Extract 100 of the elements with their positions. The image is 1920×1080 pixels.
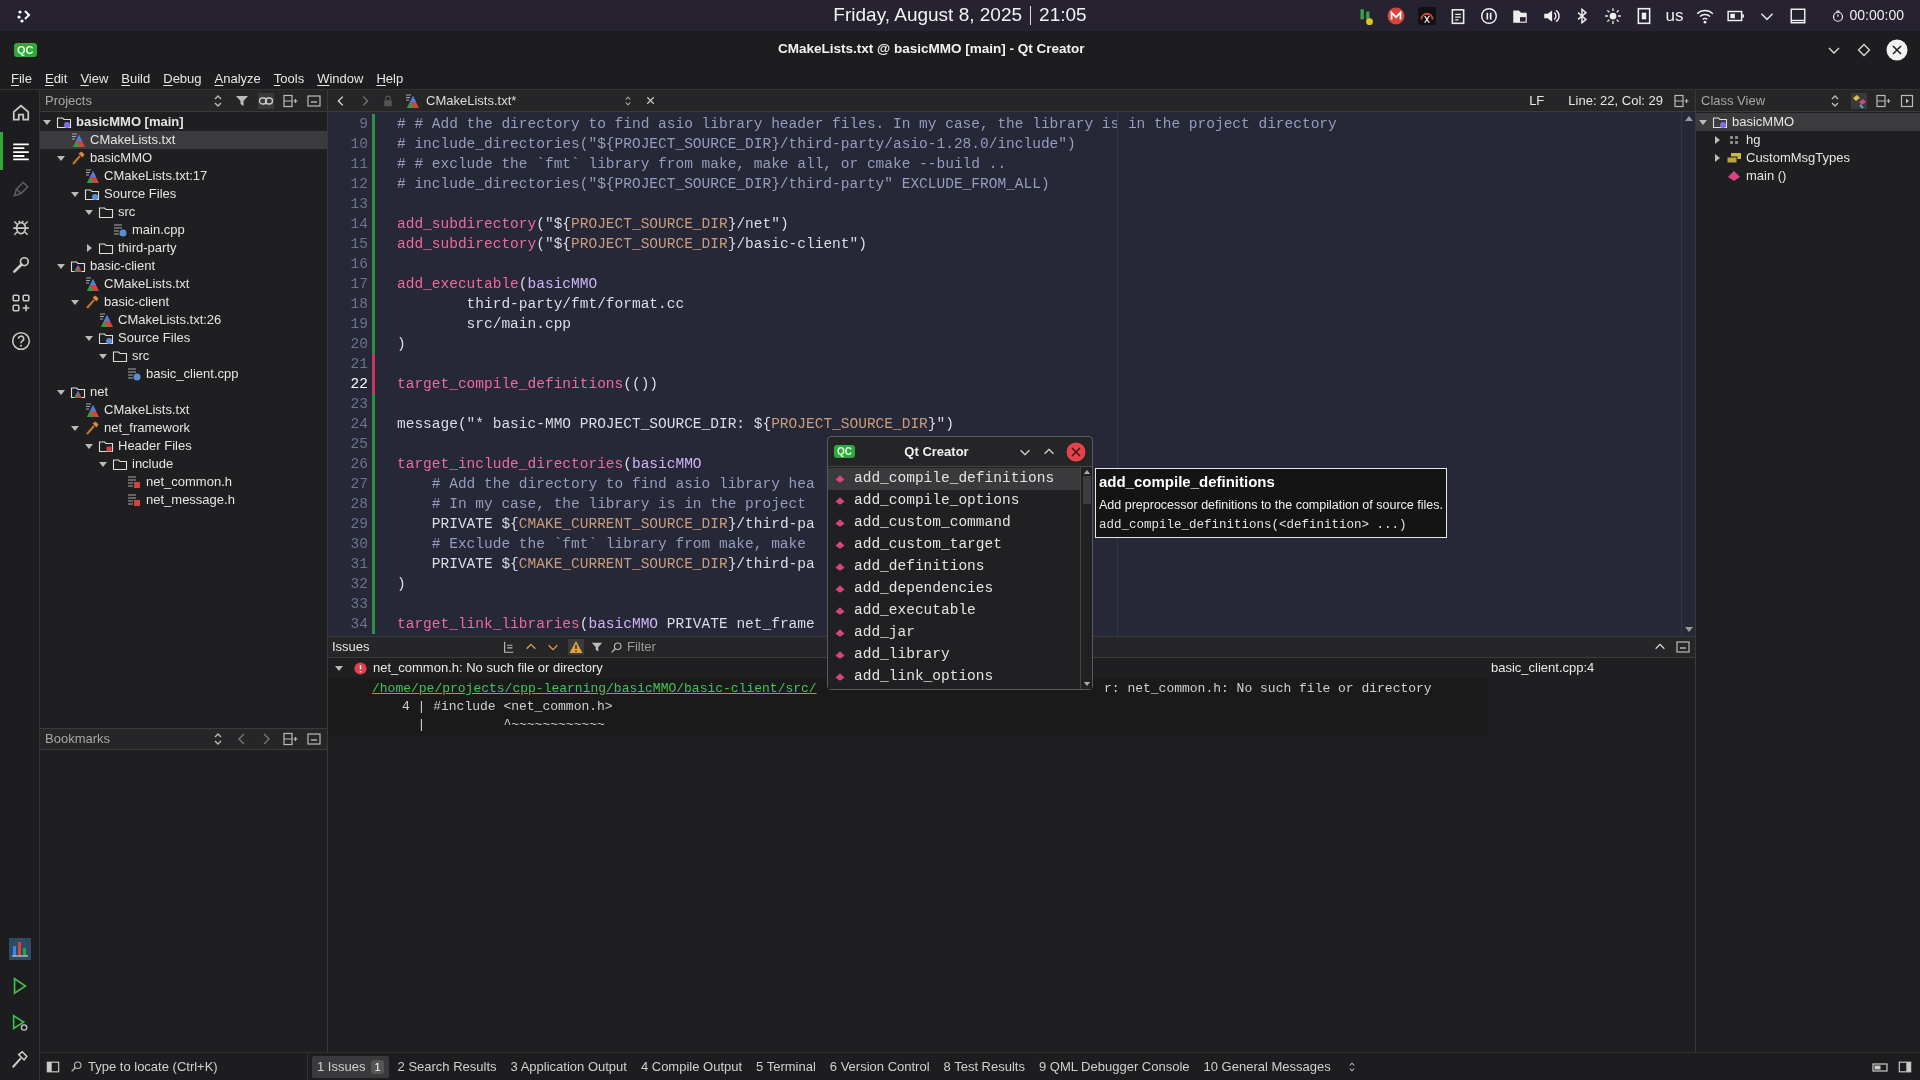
menu-item[interactable]: Edit <box>44 68 68 89</box>
file-link[interactable]: /home/pe/projects/cpp-learning/basicMMO/basic-client/src/ <box>372 681 817 696</box>
completion-item[interactable]: add_link_options <box>828 666 1080 688</box>
toggle-sidebar-icon[interactable] <box>46 1059 60 1074</box>
expanded-arrow-icon[interactable] <box>98 351 108 361</box>
menu-item[interactable]: Window <box>317 68 364 89</box>
split-icon[interactable] <box>1875 92 1891 109</box>
tree-item[interactable]: Source Files <box>40 185 327 203</box>
maximize-icon[interactable] <box>1856 41 1872 58</box>
tree-item[interactable]: basicMMO <box>40 149 327 167</box>
collapsed-arrow-icon[interactable] <box>84 243 94 253</box>
tree-item[interactable]: net <box>40 383 327 401</box>
window-icon[interactable] <box>1789 6 1808 25</box>
filter-field[interactable]: Filter <box>627 637 777 657</box>
expanded-arrow-icon[interactable] <box>98 459 108 469</box>
menu-item[interactable]: Help <box>376 68 404 89</box>
expanded-arrow-icon[interactable] <box>42 117 52 127</box>
menu-item[interactable]: Debug <box>163 68 202 89</box>
tree-item[interactable]: basic_client.cpp <box>40 365 327 383</box>
scroll-down-icon[interactable] <box>1683 626 1694 634</box>
scrollbar-thumb[interactable] <box>1082 476 1091 504</box>
split-icon[interactable] <box>282 92 298 109</box>
completion-item[interactable]: add_custom_command <box>828 512 1080 534</box>
hammer-icon[interactable] <box>9 1049 30 1070</box>
close-pane-icon[interactable] <box>306 92 322 109</box>
tree-item[interactable]: main () <box>1696 167 1920 185</box>
tree-item[interactable]: net_message.h <box>40 491 327 509</box>
tree-item[interactable]: basic-client <box>40 257 327 275</box>
expanded-arrow-icon[interactable] <box>56 387 66 397</box>
close-pane-icon[interactable] <box>1675 639 1691 655</box>
menu-item[interactable]: View <box>80 68 109 89</box>
tree-item[interactable]: include <box>40 455 327 473</box>
completion-item[interactable]: add_definitions <box>828 556 1080 578</box>
scroll-up-icon[interactable] <box>1683 114 1694 122</box>
sync-link-icon[interactable] <box>258 92 274 109</box>
completion-item[interactable]: add_dependencies <box>828 578 1080 600</box>
completion-item[interactable]: add_compile_definitions <box>828 468 1080 490</box>
split-icon[interactable] <box>282 731 298 747</box>
tree-item[interactable]: src <box>40 347 327 365</box>
output-pane-tab[interactable]: 8 Test Results <box>938 1055 1030 1078</box>
expanded-arrow-icon[interactable] <box>84 207 94 217</box>
output-pane-tab[interactable]: 6 Version Control <box>824 1055 935 1078</box>
expanded-arrow-icon[interactable] <box>84 333 94 343</box>
menu-item[interactable]: Build <box>121 68 151 89</box>
expanded-arrow-icon[interactable] <box>70 189 80 199</box>
collapsed-arrow-icon[interactable] <box>1712 153 1722 163</box>
brightness-icon[interactable] <box>1603 6 1622 25</box>
scroll-down-icon[interactable] <box>1082 681 1091 688</box>
expanded-arrow-icon[interactable] <box>56 153 66 163</box>
line-ending-text[interactable]: LF <box>1529 90 1545 111</box>
output-pane-tab[interactable]: 2 Search Results <box>392 1055 502 1078</box>
completion-item[interactable]: add_custom_target <box>828 534 1080 556</box>
tree-item[interactable]: net_common.h <box>40 473 327 491</box>
issue-message[interactable]: net_common.h: No such file or directory <box>373 658 603 678</box>
tree-item[interactable]: net_framework <box>40 419 327 437</box>
tree-item[interactable]: Source Files <box>40 329 327 347</box>
completion-item[interactable]: add_compile_options <box>828 490 1080 512</box>
expanded-arrow-icon[interactable] <box>84 441 94 451</box>
collapsed-arrow-icon[interactable] <box>1712 135 1722 145</box>
tree-item[interactable]: third-party <box>40 239 327 257</box>
issue-location[interactable]: basic_client.cpp:4 <box>1491 658 1675 678</box>
tree-item[interactable]: CMakeLists.txt:17 <box>40 167 327 185</box>
toggle-right-sidebar-icon[interactable] <box>1898 1059 1912 1074</box>
expanded-arrow-icon[interactable] <box>70 423 80 433</box>
cursor-position-text[interactable]: Line: 22, Col: 29 <box>1568 90 1663 111</box>
menu-item[interactable]: Tools <box>273 68 305 89</box>
completion-item[interactable]: add_library <box>828 644 1080 666</box>
tree-item[interactable]: hg <box>1696 131 1920 149</box>
output-pane-tab[interactable]: 3 Application Output <box>505 1055 632 1078</box>
gauge-icon[interactable] <box>1417 6 1436 25</box>
app-icon[interactable] <box>1386 6 1405 25</box>
close-icon[interactable] <box>1886 38 1908 61</box>
tree-item[interactable]: Header Files <box>40 437 327 455</box>
keyboard-layout-text[interactable]: us <box>1665 2 1684 29</box>
tree-item[interactable]: basicMMO <box>1696 113 1920 131</box>
tree-item[interactable]: CMakeLists.txt <box>40 275 327 293</box>
output-pane-tab[interactable]: 9 QML Debugger Console <box>1033 1055 1195 1078</box>
tree-item[interactable]: CMakeLists.txt:26 <box>40 311 327 329</box>
output-pane-tab[interactable]: 1 Issues 1 <box>312 1055 389 1078</box>
tree-item[interactable]: basicMMO [main] <box>40 113 327 131</box>
pause-icon[interactable] <box>1479 6 1498 25</box>
menu-item[interactable]: File <box>11 68 32 89</box>
kit-selector-icon[interactable] <box>8 937 31 960</box>
file-tab[interactable]: CMakeLists.txt* <box>404 90 634 111</box>
warning-icon[interactable] <box>568 639 584 655</box>
close-pane-icon[interactable] <box>1899 92 1915 109</box>
tree-item[interactable]: CMakeLists.txt <box>40 131 327 149</box>
locator-field[interactable]: Type to locate (Ctrl+K) <box>88 1056 288 1077</box>
split-icon[interactable] <box>1673 92 1689 109</box>
completion-item[interactable]: add_executable <box>828 600 1080 622</box>
activities-icon[interactable] <box>16 7 32 24</box>
completion-item[interactable]: add_jar <box>828 622 1080 644</box>
tree-item[interactable]: CMakeLists.txt <box>40 401 327 419</box>
output-pane-tab[interactable]: 10 General Messages <box>1198 1055 1336 1078</box>
tree-item[interactable]: CustomMsgTypes <box>1696 149 1920 167</box>
close-icon[interactable] <box>644 94 657 107</box>
filter-icon[interactable] <box>590 640 604 654</box>
expanded-arrow-icon[interactable] <box>70 297 80 307</box>
tree-item[interactable]: main.cpp <box>40 221 327 239</box>
tree-item[interactable]: basic-client <box>40 293 327 311</box>
